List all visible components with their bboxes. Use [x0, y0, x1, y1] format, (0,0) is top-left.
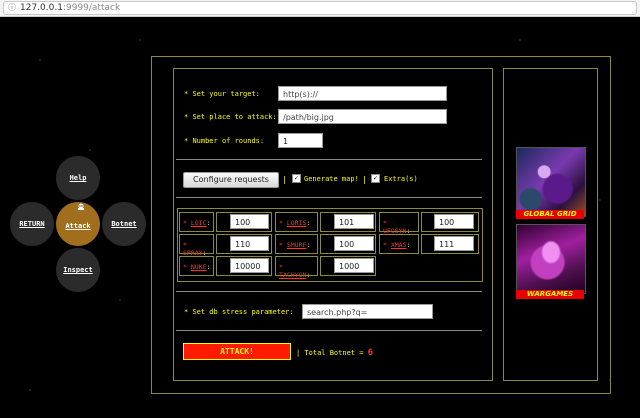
rounds-input[interactable]: 1	[278, 133, 323, 148]
attack-button[interactable]: ATTACK!	[183, 343, 291, 360]
configure-requests-button[interactable]: Configure requests	[183, 172, 279, 188]
param-input-spray[interactable]: 110	[230, 236, 269, 251]
menu-inspect-button[interactable]: Inspect	[56, 248, 100, 292]
db-stress-label: * Set db stress parameter:	[184, 308, 294, 316]
separator: |	[362, 175, 367, 184]
param-input-smurf[interactable]: 100	[334, 236, 374, 251]
divider	[176, 197, 482, 198]
generate-map-checkbox[interactable]: ✓	[292, 174, 301, 183]
separator: |	[282, 175, 287, 184]
menu-help-button[interactable]: Help	[56, 156, 100, 200]
wargames-caption[interactable]: WARGAMES	[516, 290, 584, 299]
extras-checkbox[interactable]: ✓	[371, 174, 380, 183]
param-key-xmas: * XMAS:	[379, 234, 419, 254]
menu-return-button[interactable]: RETURN	[10, 202, 54, 246]
botnet-count: 6	[367, 348, 374, 358]
global-grid-image[interactable]	[516, 147, 586, 217]
param-input-tachyon[interactable]: 1000	[334, 258, 374, 273]
extras-label: Extra(s)	[384, 175, 418, 183]
param-input-xmas[interactable]: 111	[434, 236, 474, 251]
global-grid-caption[interactable]: GLOBAL GRID	[516, 210, 584, 219]
target-label: * Set your target:	[184, 90, 260, 98]
param-input-nuke[interactable]: 10000	[230, 258, 269, 273]
param-key-smurf: * SMURF:	[275, 234, 318, 254]
info-icon[interactable]: ⓘ	[8, 2, 16, 14]
param-key-spray: * SPRAY:	[179, 234, 214, 257]
wargames-image[interactable]	[516, 224, 586, 294]
param-input-ufosyn[interactable]: 100	[434, 214, 474, 229]
divider	[176, 330, 482, 331]
total-botnet: | Total Botnet = 6	[296, 348, 374, 358]
param-key-loic: * LOIC:	[179, 212, 214, 232]
param-key-tachyon: * TACHYON:	[275, 256, 318, 279]
generate-map-label: Generate map!	[304, 175, 359, 183]
menu-botnet-button[interactable]: Botnet	[102, 202, 146, 246]
db-stress-input[interactable]: search.php?q=	[302, 304, 433, 319]
divider	[176, 159, 482, 160]
address-bar[interactable]: ⓘ 127.0.0.1:9999/attack	[3, 1, 637, 15]
param-input-loic[interactable]: 100	[230, 214, 269, 229]
divider	[176, 291, 482, 292]
target-input[interactable]: http(s)://	[278, 86, 447, 101]
param-key-nuke: * NUKE:	[179, 256, 214, 276]
place-label: * Set place to attack:	[184, 113, 277, 121]
param-key-ufosyn: * UFOSYN:	[379, 212, 419, 235]
param-input-loris[interactable]: 101	[334, 214, 374, 229]
alien-logo-icon	[78, 203, 84, 210]
url-text: 127.0.0.1:9999/attack	[20, 3, 121, 13]
param-key-loris: * LORIS:	[275, 212, 318, 232]
rounds-label: * Number of rounds:	[184, 137, 265, 145]
place-input[interactable]: /path/big.jpg	[278, 109, 447, 124]
browser-toolbar: ⓘ 127.0.0.1:9999/attack	[0, 0, 640, 17]
